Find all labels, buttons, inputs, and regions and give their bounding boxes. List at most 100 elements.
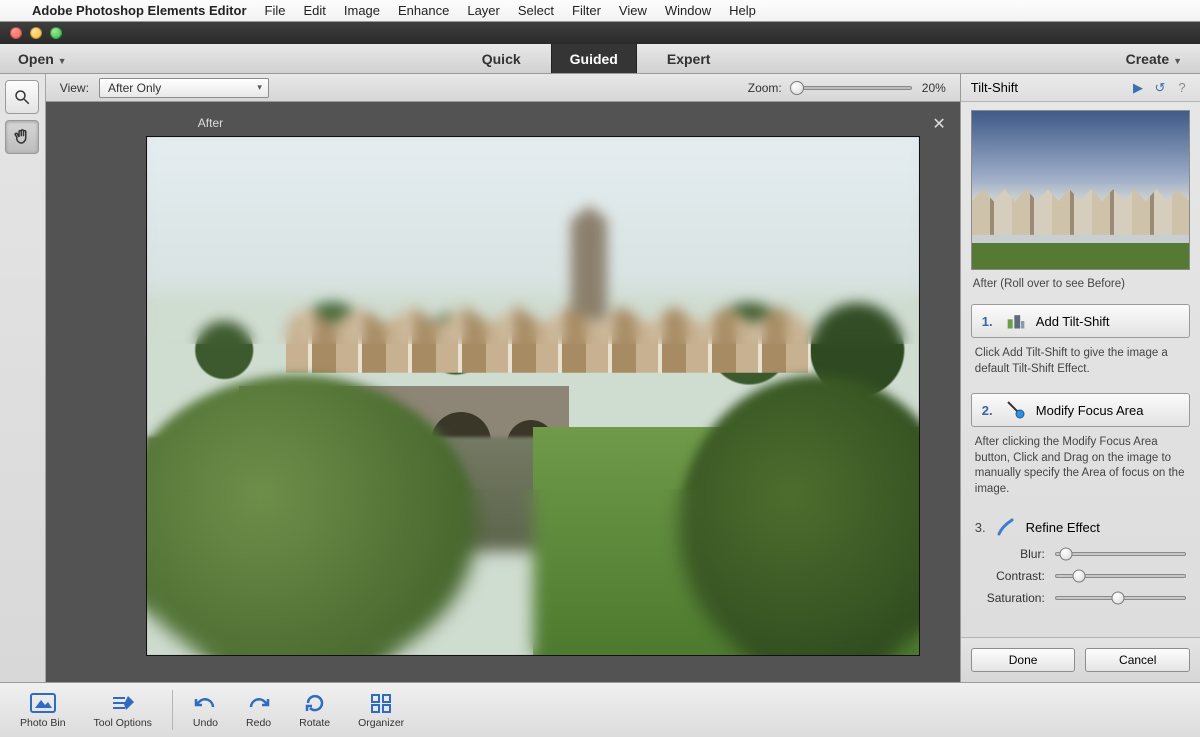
tool-column [0, 74, 46, 682]
rotate-button[interactable]: Rotate [287, 687, 342, 733]
preview-image[interactable] [971, 110, 1190, 270]
canvas-toolbar: View: After Only Zoom: 20% [46, 74, 960, 102]
contrast-slider-thumb[interactable] [1073, 570, 1086, 583]
panel-footer: Done Cancel [961, 637, 1200, 682]
after-label: After [198, 116, 223, 130]
reset-icon[interactable]: ↺ [1152, 80, 1168, 96]
panel-title: Tilt-Shift [971, 80, 1018, 95]
window-chrome [0, 22, 1200, 44]
mode-bar: Open ▼ Quick Guided Expert Create ▼ [0, 44, 1200, 74]
preview-caption: After (Roll over to see Before) [961, 278, 1200, 298]
tab-guided-label: Guided [570, 51, 618, 67]
brush-icon [996, 517, 1016, 537]
contrast-slider-row: Contrast: [961, 565, 1200, 587]
menu-filter[interactable]: Filter [572, 3, 601, 18]
redo-icon [247, 691, 271, 715]
minimize-window-icon[interactable] [30, 27, 42, 39]
zoom-window-icon[interactable] [50, 27, 62, 39]
blur-slider-thumb[interactable] [1060, 548, 1073, 561]
blur-slider[interactable] [1055, 552, 1186, 556]
menu-image[interactable]: Image [344, 3, 380, 18]
undo-icon [193, 691, 217, 715]
create-menu[interactable]: Create ▼ [1126, 51, 1182, 67]
help-icon[interactable]: ? [1174, 80, 1190, 96]
contrast-label: Contrast: [975, 569, 1045, 583]
zoom-slider[interactable] [792, 86, 912, 90]
tab-quick[interactable]: Quick [464, 44, 539, 73]
tab-expert-label: Expert [667, 51, 711, 67]
canvas-stage: After ✕ [46, 102, 960, 682]
canvas-area: View: After Only Zoom: 20% After ✕ [46, 74, 960, 682]
main: View: After Only Zoom: 20% After ✕ [0, 74, 1200, 682]
saturation-label: Saturation: [975, 591, 1045, 605]
menu-enhance[interactable]: Enhance [398, 3, 449, 18]
organizer-label: Organizer [358, 717, 404, 729]
step3-label: Refine Effect [1026, 520, 1100, 535]
mac-menubar: Adobe Photoshop Elements Editor File Edi… [0, 0, 1200, 22]
play-icon[interactable]: ▶ [1130, 80, 1146, 96]
organizer-button[interactable]: Organizer [346, 687, 416, 733]
view-label: View: [60, 81, 89, 95]
contrast-slider[interactable] [1055, 574, 1186, 578]
blur-label: Blur: [975, 547, 1045, 561]
magnifier-icon [13, 88, 31, 106]
hand-icon [13, 128, 31, 146]
focus-point-icon [1006, 400, 1026, 420]
panel-header: Tilt-Shift ▶ ↺ ? [961, 74, 1200, 102]
step1-description: Click Add Tilt-Shift to give the image a… [961, 344, 1200, 387]
tool-options-button[interactable]: Tool Options [82, 687, 164, 733]
tab-quick-label: Quick [482, 51, 521, 67]
add-tilt-shift-button[interactable]: 1. Add Tilt-Shift [971, 304, 1190, 338]
tool-options-icon [110, 691, 136, 715]
hand-tool-button[interactable] [5, 120, 39, 154]
buildings-icon [1006, 311, 1026, 331]
zoom-slider-thumb[interactable] [790, 81, 804, 95]
step1-number: 1. [982, 314, 996, 329]
step3-number: 3. [975, 520, 986, 535]
tool-options-label: Tool Options [94, 717, 152, 729]
photo-bin-button[interactable]: Photo Bin [8, 687, 78, 733]
open-menu[interactable]: Open ▼ [18, 51, 67, 67]
done-button[interactable]: Done [971, 648, 1076, 672]
step2-number: 2. [982, 403, 996, 418]
document-image[interactable] [146, 136, 920, 656]
modify-focus-area-button[interactable]: 2. Modify Focus Area [971, 393, 1190, 427]
undo-button[interactable]: Undo [181, 687, 230, 733]
step2-description: After clicking the Modify Focus Area but… [961, 433, 1200, 507]
rotate-label: Rotate [299, 717, 330, 729]
tab-guided[interactable]: Guided [551, 44, 637, 73]
photo-bin-icon [30, 691, 56, 715]
saturation-slider-thumb[interactable] [1111, 592, 1124, 605]
zoom-tool-button[interactable] [5, 80, 39, 114]
menu-edit[interactable]: Edit [303, 3, 325, 18]
step2-label: Modify Focus Area [1036, 403, 1144, 418]
step1-label: Add Tilt-Shift [1036, 314, 1110, 329]
saturation-slider[interactable] [1055, 596, 1186, 600]
menu-select[interactable]: Select [518, 3, 554, 18]
menu-window[interactable]: Window [665, 3, 711, 18]
photo-bin-label: Photo Bin [20, 717, 66, 729]
menu-help[interactable]: Help [729, 3, 756, 18]
tab-expert[interactable]: Expert [649, 44, 729, 73]
close-window-icon[interactable] [10, 27, 22, 39]
dock-separator [172, 690, 173, 730]
saturation-slider-row: Saturation: [961, 587, 1200, 609]
close-document-button[interactable]: ✕ [932, 114, 945, 134]
cancel-button[interactable]: Cancel [1085, 648, 1190, 672]
app-name[interactable]: Adobe Photoshop Elements Editor [32, 3, 247, 18]
bottom-dock: Photo Bin Tool Options Undo Redo Rotate … [0, 682, 1200, 737]
rotate-icon [303, 691, 327, 715]
view-dropdown[interactable]: After Only [99, 78, 269, 98]
zoom-value: 20% [922, 81, 946, 95]
refine-effect-heading: 3. Refine Effect [975, 517, 1186, 537]
view-dropdown-value: After Only [108, 81, 161, 95]
menu-file[interactable]: File [265, 3, 286, 18]
blur-slider-row: Blur: [961, 543, 1200, 565]
menu-view[interactable]: View [619, 3, 647, 18]
zoom-label: Zoom: [748, 81, 782, 95]
menu-layer[interactable]: Layer [467, 3, 500, 18]
tilt-shift-panel: Tilt-Shift ▶ ↺ ? After (Roll over to see… [960, 74, 1200, 682]
organizer-icon [370, 691, 392, 715]
redo-label: Redo [246, 717, 271, 729]
redo-button[interactable]: Redo [234, 687, 283, 733]
